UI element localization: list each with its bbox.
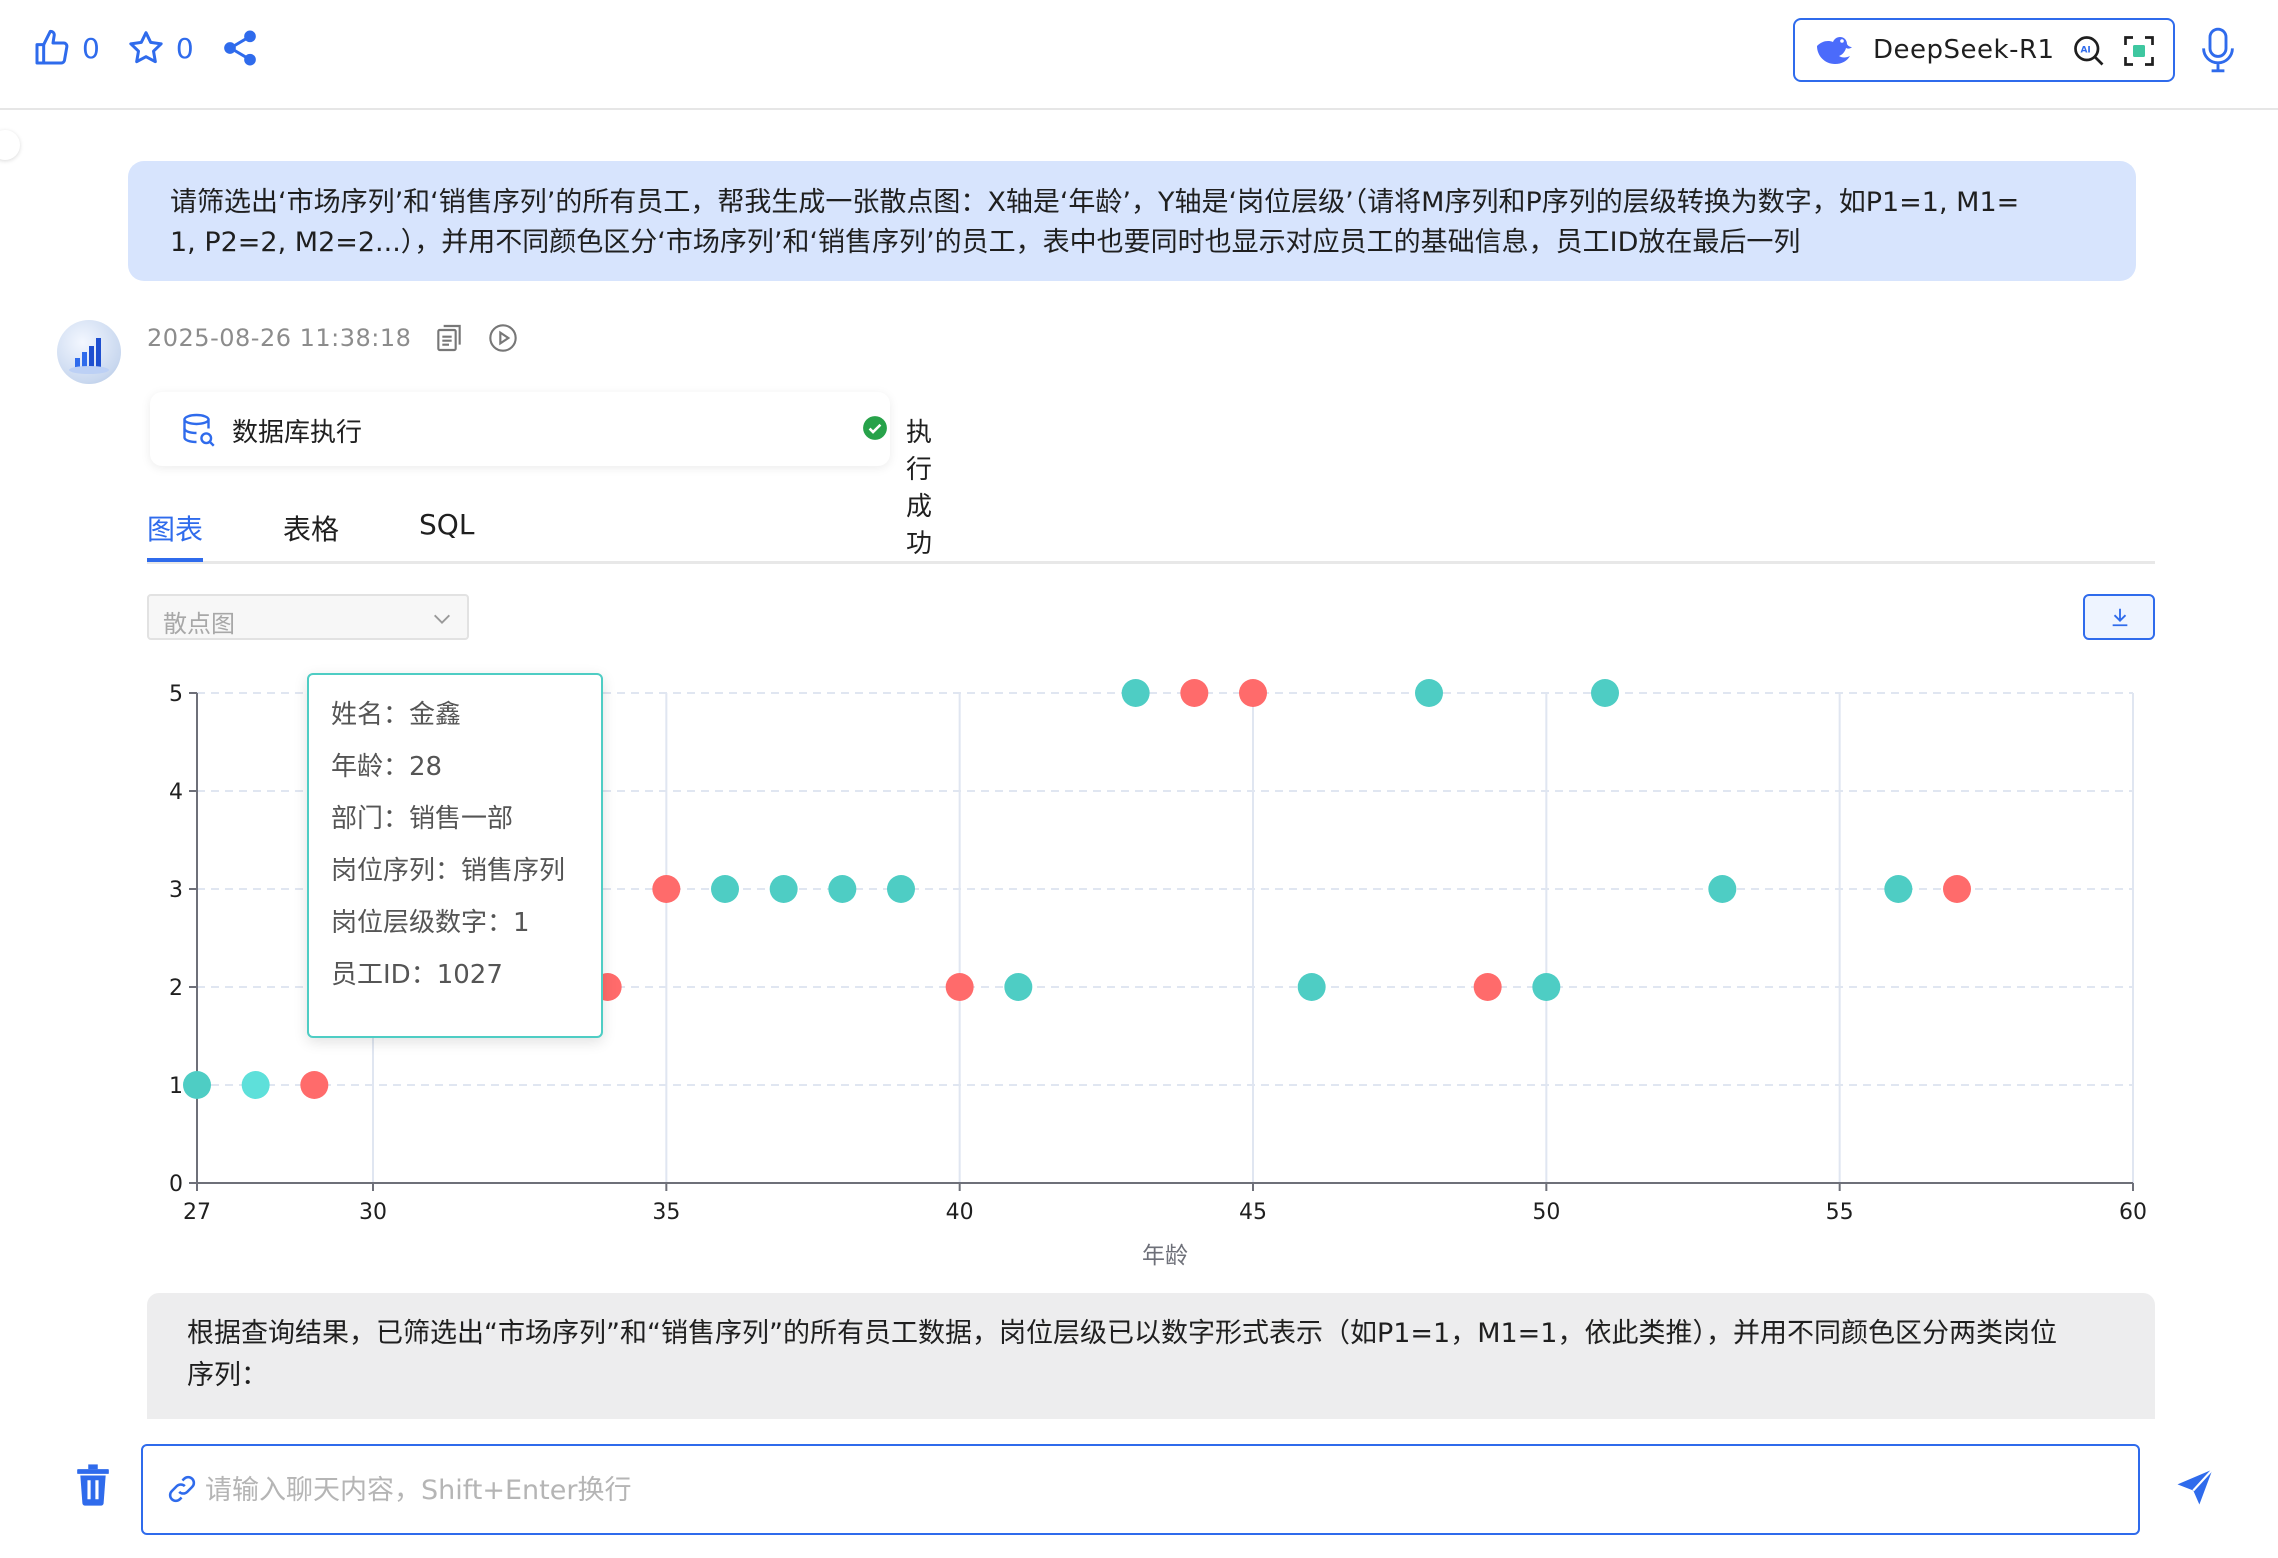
x-axis-label: 年龄 — [1142, 1243, 1188, 1269]
tooltip-job-series: 岗位序列：销售序列 — [331, 856, 566, 886]
scatter-point[interactable] — [769, 875, 798, 903]
scatter-point[interactable] — [1415, 679, 1443, 707]
scatter-point[interactable] — [1297, 973, 1326, 1001]
trash-icon[interactable] — [74, 1464, 112, 1506]
screenshot-scan-icon[interactable] — [2121, 33, 2157, 69]
summary-line: 序列： — [187, 1360, 268, 1391]
download-icon — [2112, 608, 2128, 627]
scatter-point[interactable] — [183, 1071, 211, 1099]
microphone-icon[interactable] — [2198, 26, 2238, 74]
y-tick-label: 2 — [169, 976, 183, 1001]
scatter-point[interactable] — [1943, 875, 1971, 903]
tooltip-name: 姓名：金鑫 — [331, 700, 462, 730]
chat-app: 0 0 DeepSeek-R1 AI 请筛选出‘市场序列’和‘销售序列’的所有员… — [0, 0, 2278, 1558]
x-tick-label: 50 — [1532, 1200, 1560, 1225]
scatter-point[interactable] — [1239, 679, 1267, 707]
summary-line: 根据查询结果，已筛选出“市场序列”和“销售序列”的所有员工数据，岗位层级已以数字… — [187, 1318, 2057, 1349]
scatter-point[interactable] — [1591, 679, 1619, 707]
share-button[interactable] — [220, 28, 260, 68]
user-message-line: 1, P2=2, M2=2...），并用不同颜色区分‘市场序列’和‘销售序列’的… — [170, 227, 1801, 258]
result-tabs: 图表 表格 SQL — [147, 500, 2155, 564]
scatter-point[interactable] — [1004, 973, 1033, 1001]
send-icon[interactable] — [2174, 1466, 2216, 1508]
scatter-point[interactable] — [828, 875, 857, 903]
message-meta: 2025-08-26 11:38:18 — [147, 322, 519, 354]
assistant-summary: 根据查询结果，已筛选出“市场序列”和“销售序列”的所有员工数据，岗位层级已以数字… — [147, 1293, 2155, 1419]
star-icon — [129, 31, 163, 64]
point-tooltip: 姓名：金鑫 年龄：28 部门：销售一部 岗位序列：销售序列 岗位层级数字：1 员… — [307, 673, 603, 1038]
chart-type-value: 散点图 — [163, 610, 235, 638]
scatter-point[interactable] — [1121, 679, 1150, 707]
database-icon — [183, 413, 215, 447]
copy-icon[interactable] — [433, 322, 465, 354]
tab-table[interactable]: 表格 — [283, 508, 339, 548]
sidebar-toggle[interactable] — [0, 130, 20, 160]
favorite-count: 0 — [175, 31, 194, 65]
active-tab-indicator — [147, 558, 203, 562]
db-execution-label: 数据库执行 — [232, 418, 363, 448]
x-tick-label: 55 — [1826, 1200, 1854, 1225]
user-message-line: 请筛选出‘市场序列’和‘销售序列’的所有员工，帮我生成一张散点图：X轴是‘年龄’… — [170, 187, 2020, 218]
tooltip-age: 年龄：28 — [331, 752, 443, 782]
model-name: DeepSeek-R1 — [1873, 35, 2055, 65]
message-actions: 0 0 — [32, 28, 286, 68]
scatter-point[interactable] — [1473, 973, 1502, 1001]
favorite-button[interactable]: 0 — [126, 28, 194, 68]
scatter-point[interactable] — [1708, 875, 1737, 903]
y-tick-label: 0 — [169, 1172, 183, 1197]
tooltip-job-level: 岗位层级数字：1 — [331, 908, 530, 938]
chart-type-select[interactable]: 散点图 — [147, 594, 469, 640]
assistant-avatar — [57, 320, 121, 384]
deepseek-logo-icon — [1817, 37, 1852, 64]
x-tick-label: 45 — [1239, 1200, 1267, 1225]
scatter-point[interactable] — [1532, 973, 1561, 1001]
thumbs-up-icon — [35, 29, 69, 65]
download-button[interactable] — [2083, 594, 2155, 640]
tab-chart[interactable]: 图表 — [147, 508, 203, 548]
play-icon[interactable] — [487, 322, 519, 354]
scatter-point[interactable] — [945, 973, 974, 1001]
scatter-point[interactable] — [1884, 875, 1913, 903]
scatter-point[interactable] — [652, 875, 681, 903]
y-tick-label: 3 — [169, 878, 183, 903]
tooltip-employee-id: 员工ID：1027 — [331, 960, 503, 990]
scatter-point[interactable] — [241, 1071, 270, 1099]
tooltip-department: 部门：销售一部 — [331, 804, 514, 834]
x-tick-label: 35 — [652, 1200, 680, 1225]
chevron-down-icon — [434, 614, 450, 624]
y-tick-label: 1 — [169, 1074, 183, 1099]
bar-chart-logo-icon — [69, 338, 109, 374]
message-timestamp: 2025-08-26 11:38:18 — [147, 324, 412, 352]
model-selector[interactable]: DeepSeek-R1 AI — [1793, 18, 2175, 82]
db-execution-card[interactable]: 数据库执行 执行成功 — [150, 392, 932, 559]
like-button[interactable]: 0 — [32, 28, 100, 68]
y-tick-label: 4 — [169, 780, 183, 805]
scatter-point[interactable] — [887, 875, 915, 903]
x-tick-label: 40 — [946, 1200, 974, 1225]
scatter-point[interactable] — [711, 875, 739, 903]
y-tick-label: 5 — [169, 682, 183, 707]
like-count: 0 — [82, 31, 100, 65]
success-check-icon — [863, 416, 887, 440]
x-tick-label: 30 — [359, 1200, 387, 1225]
chat-input-box[interactable] — [141, 1444, 2140, 1535]
scatter-point[interactable] — [300, 1071, 329, 1099]
chat-input[interactable] — [205, 1466, 2105, 1514]
top-bar: 0 0 DeepSeek-R1 AI — [0, 0, 2278, 110]
x-tick-label: 27 — [183, 1200, 211, 1225]
share-icon — [223, 30, 256, 66]
ai-search-icon[interactable]: AI — [2071, 33, 2107, 69]
user-message-bubble: 请筛选出‘市场序列’和‘销售序列’的所有员工，帮我生成一张散点图：X轴是‘年龄’… — [128, 161, 2136, 281]
attachment-link-icon[interactable] — [165, 1472, 199, 1506]
x-tick-label: 60 — [2119, 1200, 2147, 1225]
svg-text:AI: AI — [2080, 46, 2090, 56]
tab-sql[interactable]: SQL — [419, 508, 474, 541]
scatter-point[interactable] — [1180, 679, 1209, 707]
